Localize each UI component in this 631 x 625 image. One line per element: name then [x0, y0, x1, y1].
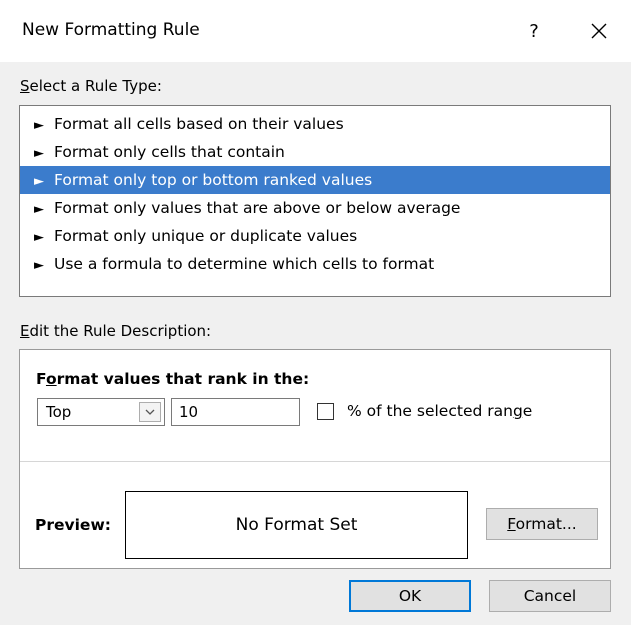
arrow-icon: ►: [34, 258, 44, 273]
rule-type-item[interactable]: ► Format only values that are above or be…: [20, 194, 610, 222]
close-icon: [591, 23, 607, 39]
preview-label: Preview:: [35, 516, 111, 534]
dropdown-button[interactable]: [139, 402, 161, 422]
rank-count-input[interactable]: [171, 398, 300, 426]
chevron-down-icon: [145, 409, 155, 415]
arrow-icon: ►: [34, 230, 44, 245]
rule-type-label: Select a Rule Type:: [20, 77, 162, 95]
arrow-icon: ►: [34, 174, 44, 189]
ok-button[interactable]: OK: [349, 580, 471, 612]
rule-description-label: Edit the Rule Description:: [20, 322, 212, 340]
arrow-icon: ►: [34, 202, 44, 217]
rank-heading: Format values that rank in the:: [36, 370, 310, 388]
percent-checkbox-label: % of the selected range: [347, 402, 533, 420]
arrow-icon: ►: [34, 118, 44, 133]
cancel-button[interactable]: Cancel: [489, 580, 611, 612]
top-bottom-select-value: Top: [46, 403, 72, 421]
close-button[interactable]: [584, 18, 614, 46]
rule-type-item[interactable]: ► Format only cells that contain: [20, 138, 610, 166]
format-preview: No Format Set: [125, 491, 468, 559]
rule-type-item[interactable]: ► Format all cells based on their values: [20, 110, 610, 138]
rule-type-item-selected[interactable]: ► Format only top or bottom ranked values: [20, 166, 610, 194]
format-button[interactable]: Format...: [486, 508, 598, 540]
help-button[interactable]: ?: [520, 18, 548, 46]
rule-type-list[interactable]: ► Format all cells based on their values …: [19, 105, 611, 297]
rule-description-panel: Format values that rank in the: Top % of…: [19, 349, 611, 569]
new-formatting-rule-dialog: New Formatting Rule ? Select a Rule Type…: [0, 0, 631, 625]
dialog-title: New Formatting Rule: [22, 20, 200, 40]
arrow-icon: ►: [34, 146, 44, 161]
title-bar: New Formatting Rule ?: [0, 0, 631, 62]
top-bottom-select[interactable]: Top: [37, 398, 165, 426]
divider: [20, 461, 610, 462]
rule-type-item[interactable]: ► Format only unique or duplicate values: [20, 222, 610, 250]
rule-type-item[interactable]: ► Use a formula to determine which cells …: [20, 250, 610, 278]
percent-checkbox[interactable]: [317, 403, 334, 420]
